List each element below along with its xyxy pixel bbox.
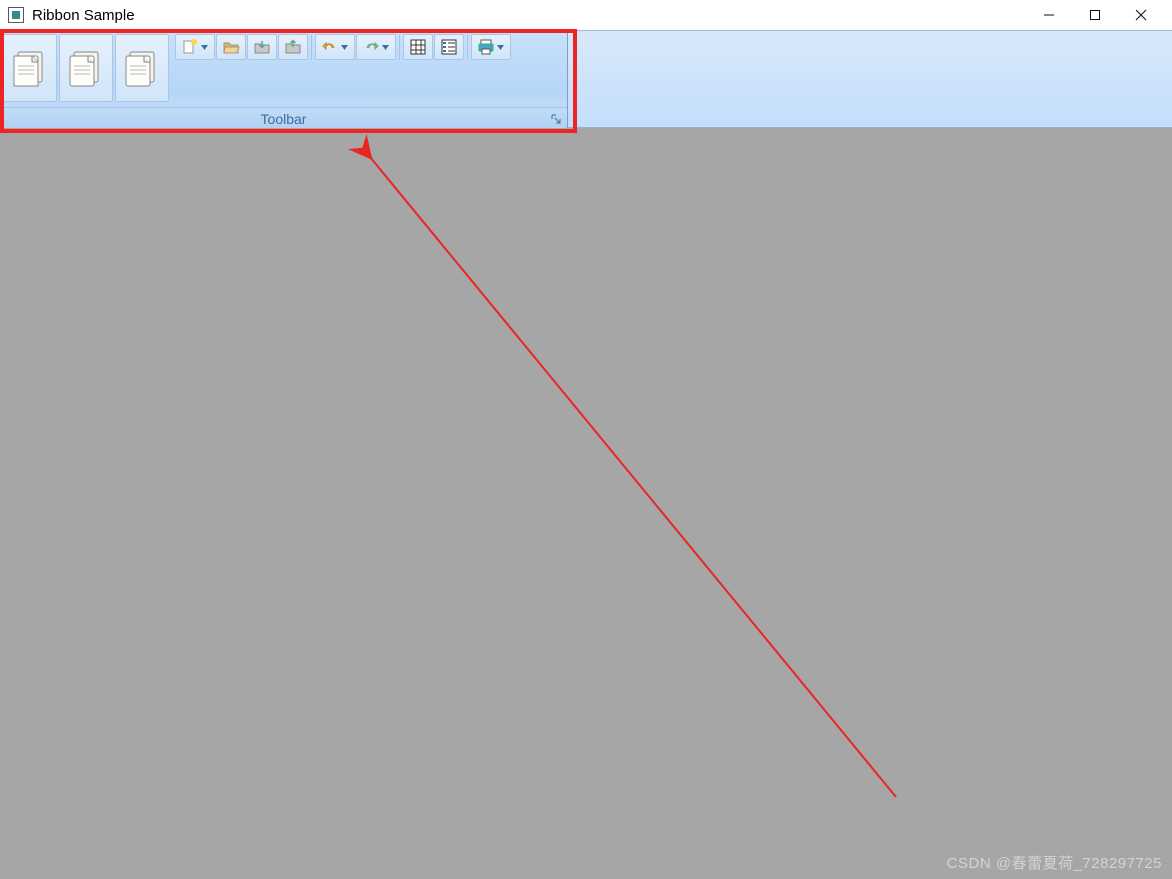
grid-view-icon	[409, 38, 427, 56]
close-button[interactable]	[1118, 0, 1164, 30]
document-button-2[interactable]	[59, 34, 113, 102]
redo-button[interactable]	[356, 34, 396, 60]
ribbon: Toolbar	[0, 30, 1172, 128]
maximize-icon	[1089, 9, 1101, 21]
close-icon	[1135, 9, 1147, 21]
document-icon	[122, 46, 162, 90]
separator	[399, 34, 400, 60]
minimize-icon	[1043, 9, 1055, 21]
print-button[interactable]	[471, 34, 511, 60]
grid-view-button[interactable]	[403, 34, 433, 60]
dropdown-arrow-icon	[380, 45, 390, 50]
undo-button[interactable]	[315, 34, 355, 60]
document-button-3[interactable]	[115, 34, 169, 102]
list-view-icon	[440, 38, 458, 56]
dropdown-arrow-icon	[339, 45, 349, 50]
list-view-button[interactable]	[434, 34, 464, 60]
new-file-button[interactable]	[175, 34, 215, 60]
watermark: CSDN @春蕾夏荷_728297725	[947, 852, 1162, 873]
open-folder-icon	[222, 38, 240, 56]
client-area	[0, 128, 1172, 879]
save-button[interactable]	[247, 34, 277, 60]
document-button-1[interactable]	[3, 34, 57, 102]
undo-icon	[321, 38, 339, 56]
open-button[interactable]	[216, 34, 246, 60]
new-file-icon	[181, 38, 199, 56]
save-as-icon	[284, 38, 302, 56]
ribbon-group-body	[0, 31, 567, 107]
ribbon-group-label-row: Toolbar	[0, 107, 567, 129]
save-as-button[interactable]	[278, 34, 308, 60]
minimize-button[interactable]	[1026, 0, 1072, 30]
separator	[467, 34, 468, 60]
separator	[311, 34, 312, 60]
dialog-launcher-button[interactable]	[549, 112, 563, 126]
ribbon-group-toolbar: Toolbar	[0, 31, 568, 129]
window-controls	[1026, 0, 1164, 30]
ribbon-small-buttons	[175, 34, 511, 60]
dropdown-arrow-icon	[495, 45, 505, 50]
dialog-launcher-icon	[551, 114, 561, 124]
window-title: Ribbon Sample	[32, 7, 1026, 24]
document-icon	[66, 46, 106, 90]
save-icon	[253, 38, 271, 56]
print-icon	[477, 38, 495, 56]
dropdown-arrow-icon	[199, 45, 209, 50]
app-icon	[8, 7, 24, 23]
redo-icon	[362, 38, 380, 56]
titlebar: Ribbon Sample	[0, 0, 1172, 30]
document-icon	[10, 46, 50, 90]
maximize-button[interactable]	[1072, 0, 1118, 30]
ribbon-group-label: Toolbar	[261, 111, 307, 127]
